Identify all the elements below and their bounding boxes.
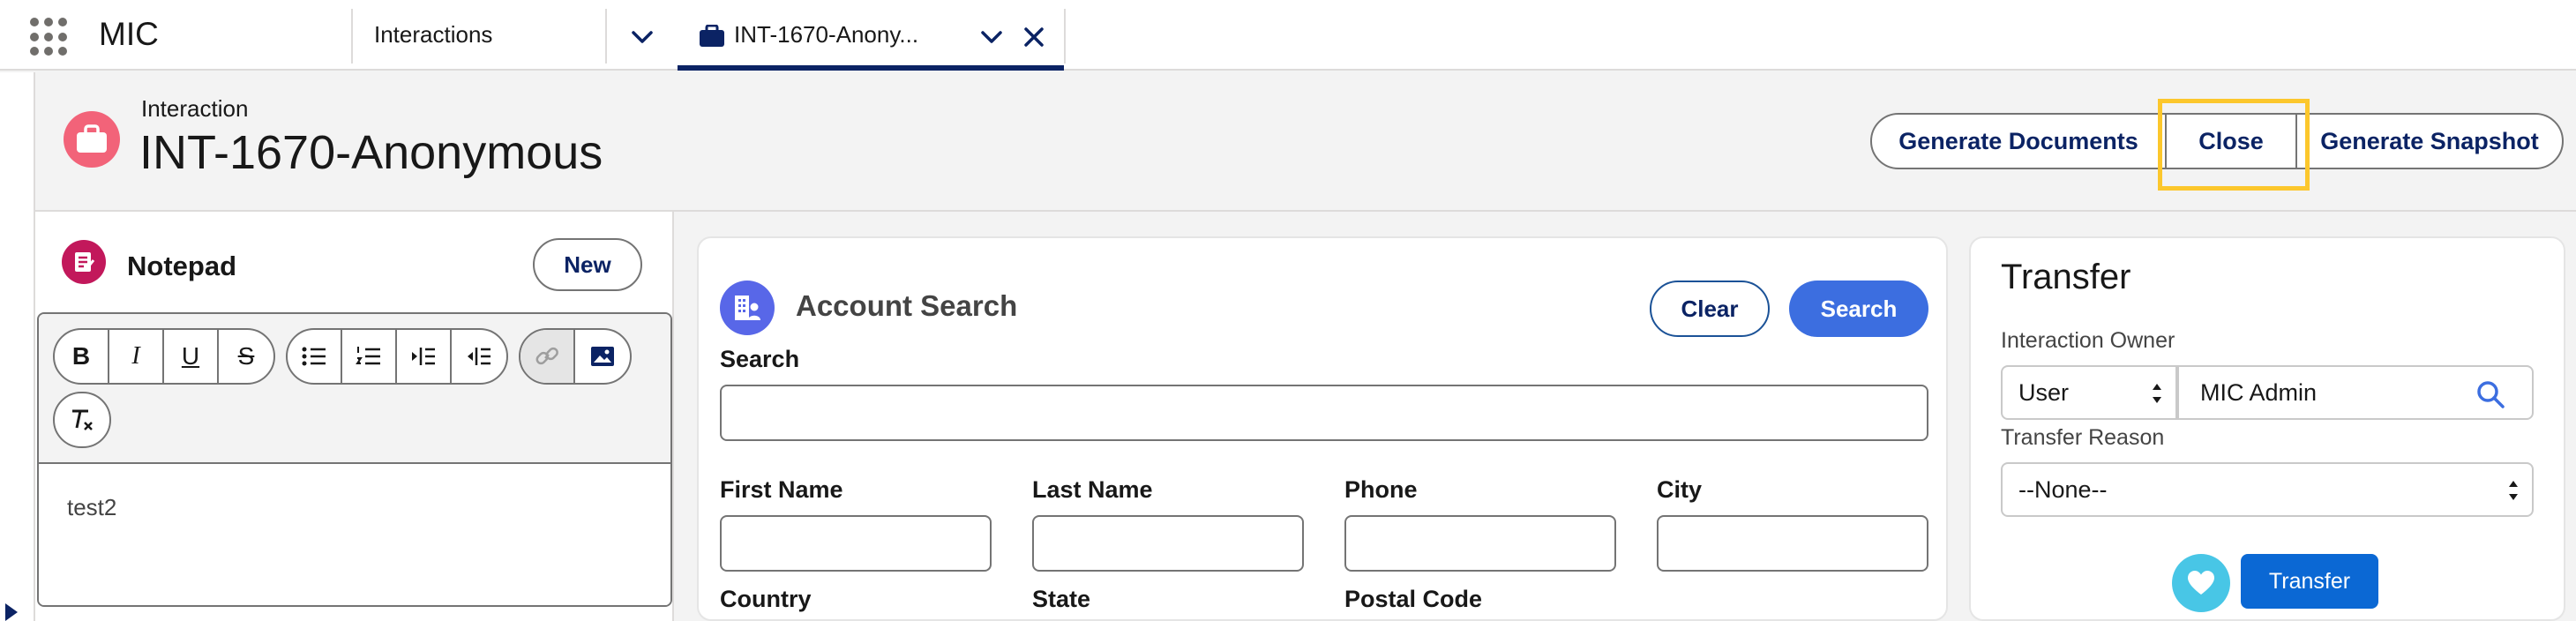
last-name-label: Last Name (1032, 476, 1153, 503)
state-label: State (1032, 586, 1091, 612)
tab-interaction-record[interactable]: INT-1670-Anony... (678, 0, 1064, 71)
nav-divider (351, 9, 353, 64)
record-type-label: Interaction (141, 95, 249, 122)
app-launcher-icon[interactable] (30, 18, 69, 56)
link-icon[interactable] (520, 330, 575, 383)
transfer-card: Transfer Interaction Owner User MIC Admi… (1969, 236, 2565, 621)
notepad-title: Notepad (127, 251, 236, 281)
insert-content-group (519, 328, 632, 385)
last-name-field[interactable] (1032, 515, 1304, 572)
owner-type-value: User (2018, 378, 2070, 406)
owner-lookup-input[interactable]: MIC Admin (2177, 365, 2534, 420)
transfer-reason-select[interactable]: --None-- (2001, 462, 2534, 517)
nav-divider (1064, 9, 1066, 64)
phone-field[interactable] (1344, 515, 1616, 572)
up-down-icon (2153, 384, 2161, 403)
utility-rail (0, 72, 35, 621)
search-field-label: Search (720, 346, 800, 372)
record-action-buttons: Generate Documents Close Generate Snapsh… (1870, 99, 2564, 191)
format-text-group: B I U S (53, 328, 275, 385)
city-label: City (1657, 476, 1703, 503)
note-content-area[interactable]: test2 (39, 464, 670, 605)
briefcase-icon (77, 124, 107, 153)
strikethrough-button[interactable]: S (219, 330, 273, 383)
city-field[interactable] (1657, 515, 1928, 572)
country-label: Country (720, 586, 812, 612)
format-body-group (286, 328, 508, 385)
numbered-list-icon[interactable] (342, 330, 397, 383)
bulleted-list-icon[interactable] (288, 330, 342, 383)
editor-toolbar: B I U S (39, 314, 670, 464)
expand-arrow-icon[interactable] (5, 603, 18, 621)
clear-button[interactable]: Clear (1650, 281, 1770, 337)
owner-lookup-value: MIC Admin (2200, 378, 2318, 406)
owner-type-select[interactable]: User (2001, 365, 2177, 420)
phone-label: Phone (1344, 476, 1418, 503)
chevron-down-icon[interactable] (625, 19, 660, 55)
first-name-field[interactable] (720, 515, 992, 572)
heart-icon (2172, 554, 2230, 612)
close-button[interactable]: Close (2158, 99, 2310, 191)
transfer-button[interactable]: Transfer (2241, 554, 2378, 609)
postal-code-label: Postal Code (1344, 586, 1483, 612)
search-icon[interactable] (2475, 379, 2505, 409)
generate-documents-button[interactable]: Generate Documents (1870, 113, 2167, 169)
first-name-label: First Name (720, 476, 843, 503)
close-icon[interactable] (1016, 19, 1052, 55)
generate-snapshot-button[interactable]: Generate Snapshot (2295, 113, 2564, 169)
note-icon (62, 240, 106, 284)
interaction-owner-label: Interaction Owner (2001, 328, 2175, 353)
transfer-reason-label: Transfer Reason (2001, 425, 2165, 450)
transfer-title: Transfer (2001, 258, 2131, 296)
transfer-reason-value: --None-- (2018, 475, 2108, 503)
remove-formatting-icon[interactable] (55, 393, 109, 446)
account-building-icon (720, 281, 775, 335)
new-note-button[interactable]: New (533, 238, 642, 291)
account-search-card: Account Search Clear Search Search First… (697, 236, 1948, 621)
chevron-down-icon[interactable] (974, 19, 1009, 55)
tab-label: INT-1670-Anony... (734, 21, 919, 48)
interaction-record-icon (64, 111, 120, 168)
briefcase-icon (700, 25, 724, 47)
search-input[interactable] (720, 385, 1928, 441)
global-navigation-bar: MIC Interactions INT-1670-Anony... (0, 0, 2576, 71)
close-button-label: Close (2198, 127, 2264, 154)
up-down-icon (2509, 481, 2518, 500)
record-header: Interaction INT-1670-Anonymous Generate … (35, 72, 2576, 212)
page-title: INT-1670-Anonymous (139, 126, 603, 179)
image-icon[interactable] (575, 330, 630, 383)
outdent-icon[interactable] (452, 330, 506, 383)
rich-text-editor: B I U S test2 (37, 312, 672, 607)
note-text: test2 (67, 494, 117, 520)
nav-divider (605, 9, 607, 64)
italic-button[interactable]: I (109, 330, 164, 383)
app-name: MIC (99, 16, 159, 52)
remove-format-group (53, 392, 111, 448)
indent-icon[interactable] (397, 330, 452, 383)
notepad-panel: Notepad New B I U S test2 (35, 212, 674, 621)
underline-button[interactable]: U (164, 330, 219, 383)
account-search-title: Account Search (796, 289, 1018, 322)
bold-button[interactable]: B (55, 330, 109, 383)
nav-item-interactions[interactable]: Interactions (374, 21, 492, 49)
search-button[interactable]: Search (1789, 281, 1928, 337)
